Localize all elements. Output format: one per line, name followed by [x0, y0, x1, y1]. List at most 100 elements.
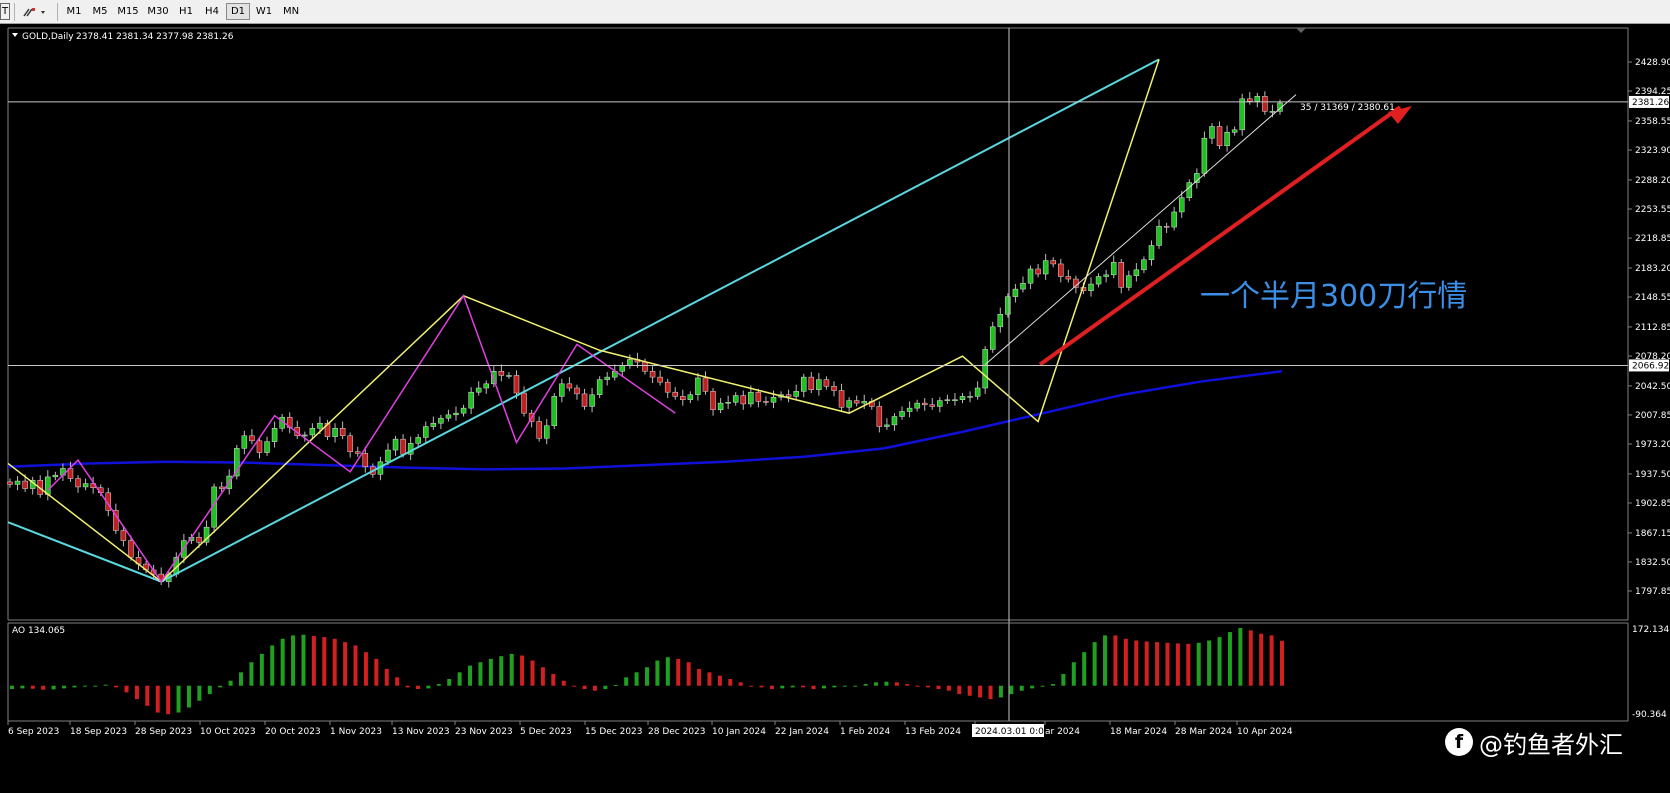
candle-body: [1035, 268, 1041, 275]
candle-body: [989, 326, 996, 350]
ao-bar: [863, 684, 868, 686]
timeframe-m30-button[interactable]: M30: [144, 3, 172, 20]
candle-body: [1156, 225, 1162, 246]
candle-body: [1133, 269, 1140, 276]
candle-body: [1216, 126, 1223, 146]
candle-body: [982, 349, 988, 389]
timeframe-d1-button[interactable]: D1: [226, 3, 250, 20]
candle-body: [1178, 197, 1185, 213]
ao-bar: [853, 685, 858, 687]
facebook-logo-icon: f: [1445, 728, 1473, 756]
ao-bar: [540, 667, 545, 686]
candle-body: [1171, 211, 1177, 228]
timeframe-mn-button[interactable]: MN: [278, 3, 304, 20]
ao-bar: [93, 685, 98, 687]
ao-bar: [697, 668, 702, 686]
ao-bar: [1165, 642, 1170, 686]
ao-bar: [530, 660, 535, 686]
candle-body: [884, 424, 890, 427]
ao-bar: [311, 636, 316, 686]
x-tick-label: 10 Apr 2024: [1237, 727, 1293, 737]
candle-body: [770, 396, 777, 403]
ao-bar: [1217, 637, 1222, 686]
candle-body: [120, 530, 127, 541]
x-tick-label: 23 Nov 2023: [455, 727, 513, 737]
candle-body: [1058, 263, 1064, 277]
candle-body: [536, 421, 542, 439]
text-tool-icon[interactable]: T: [0, 3, 10, 20]
y-tick-label: 1902.85: [1635, 499, 1670, 509]
timeframe-m5-button[interactable]: M5: [88, 3, 112, 20]
candle-body: [680, 396, 686, 400]
y-tick-label: 2007.85: [1635, 411, 1670, 421]
chart-area[interactable]: 2381.26 2066.92 2428.90 2394.25 2358.55 2323…: [0, 24, 1670, 789]
candle-body: [45, 476, 51, 495]
ao-bar: [624, 677, 629, 686]
trendline-label: 35 / 31369 / 2380.61: [1300, 103, 1395, 113]
symbol-ohlc: 2378.41 2381.34 2377.98 2381.26: [76, 32, 234, 42]
ao-bar: [572, 685, 577, 687]
candle-body: [1239, 98, 1245, 131]
x-tick-label: 13 Feb 2024: [905, 727, 961, 737]
ao-bar: [926, 685, 931, 688]
candle-body: [755, 391, 762, 402]
candle-body: [551, 396, 558, 426]
ao-bar: [395, 677, 400, 686]
candle-body: [748, 391, 754, 405]
candle-body: [1020, 282, 1026, 290]
ao-bar: [1186, 643, 1191, 686]
ao-bar: [811, 685, 816, 690]
candle-body: [1110, 262, 1117, 276]
timeframe-h4-button[interactable]: H4: [200, 3, 224, 20]
x-tick-label: 5 Dec 2023: [520, 727, 572, 737]
candle-body: [1095, 276, 1102, 285]
ao-bar: [1061, 673, 1066, 686]
timeframe-m1-button[interactable]: M1: [62, 3, 86, 20]
ao-bar: [41, 685, 46, 690]
timeframe-m15-button[interactable]: M15: [114, 3, 142, 20]
candle-body: [793, 391, 799, 397]
candle-body: [1012, 288, 1019, 297]
candle-body: [1269, 111, 1276, 113]
timeframe-w1-button[interactable]: W1: [252, 3, 276, 20]
candle-body: [498, 370, 505, 376]
ao-bar: [592, 685, 597, 691]
candle-body: [423, 426, 429, 438]
y-tick-label: 1973.20: [1635, 440, 1670, 450]
candle-body: [347, 435, 353, 452]
draw-tools-dropdown-icon[interactable]: [20, 3, 48, 20]
candle-body: [710, 391, 716, 411]
candle-body: [218, 486, 225, 489]
ao-bar: [905, 684, 910, 686]
ao-bar: [62, 685, 67, 689]
candle-body: [1126, 275, 1132, 288]
symbol-header: GOLD,Daily 2378.41 2381.34 2377.98 2381.…: [12, 32, 234, 42]
candle-body: [1027, 268, 1034, 284]
ao-bar: [155, 685, 160, 713]
candle-body: [317, 422, 323, 429]
candle-body: [362, 453, 369, 468]
candle-body: [967, 396, 973, 398]
crosshair-price-label: 2066.92: [1632, 361, 1669, 371]
candle-body: [22, 480, 28, 489]
ao-bar: [186, 685, 191, 708]
candle-body: [483, 383, 489, 389]
candle-body: [559, 383, 565, 397]
ao-bar: [124, 685, 129, 693]
timeframe-h1-button[interactable]: H1: [174, 3, 198, 20]
ao-bar: [1082, 652, 1087, 686]
ao-bar: [374, 658, 379, 686]
ao-bar: [301, 634, 306, 686]
candle-body: [619, 365, 626, 372]
ao-bar: [239, 672, 244, 686]
candle-body: [687, 394, 694, 400]
candle-body: [725, 402, 731, 404]
ao-bar: [603, 685, 608, 690]
ao-bar: [655, 660, 660, 686]
ao-bar: [468, 665, 473, 686]
y-tick-label: 2253.55: [1635, 205, 1670, 215]
candle-body: [14, 480, 21, 485]
candle-body: [453, 412, 459, 416]
candle-body: [400, 438, 406, 455]
candle-body: [801, 376, 807, 392]
